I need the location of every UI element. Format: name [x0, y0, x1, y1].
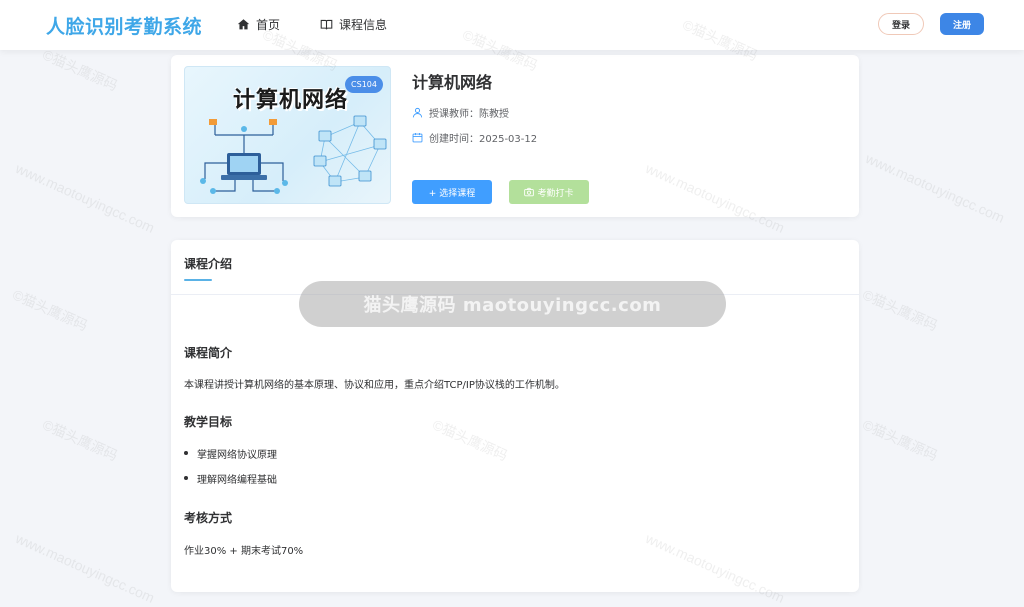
user-icon [412, 107, 423, 118]
calendar-icon [412, 133, 423, 143]
goals-list: 掌握网络协议原理 理解网络编程基础 [184, 446, 277, 496]
watermark-text: ©猫头鹰源码 [40, 46, 121, 94]
book-icon [320, 19, 333, 30]
course-code-badge: CS104 [345, 76, 383, 93]
watermark-text: ©猫头鹰源码 [860, 416, 941, 464]
login-button[interactable]: 登录 [878, 13, 924, 35]
tab-active-indicator [184, 279, 212, 281]
watermark-text: www.maotouyingcc.com [863, 150, 1007, 226]
home-icon [237, 19, 250, 30]
tab-course-intro[interactable]: 课程介绍 [184, 255, 232, 272]
list-item: 理解网络编程基础 [184, 471, 277, 496]
goal-text: 掌握网络协议原理 [197, 450, 277, 461]
course-title: 计算机网络 [412, 73, 493, 92]
course-cover-image: 计算机网络 CS104 [184, 66, 391, 204]
watermark-text: www.maotouyingcc.com [13, 160, 157, 236]
watermark-text: ©猫头鹰源码 [860, 286, 941, 334]
bullet-icon [184, 476, 188, 480]
course-card: 计算机网络 CS104 计算机网络 授课教师：陈教授 创建时间：2025-03-… [171, 55, 859, 217]
nav-course-info[interactable]: 课程信息 [320, 16, 387, 33]
nav-home-label: 首页 [256, 18, 281, 32]
select-course-button[interactable]: + 选择课程 [412, 180, 492, 204]
assessment-heading: 考核方式 [184, 511, 233, 525]
watermark-text: www.maotouyingcc.com [13, 530, 157, 606]
course-teacher-text: 授课教师：陈教授 [429, 109, 509, 120]
goal-text: 理解网络编程基础 [197, 475, 277, 486]
list-item: 掌握网络协议原理 [184, 446, 277, 471]
watermark-text: ©猫头鹰源码 [10, 286, 91, 334]
watermark-text: ©猫头鹰源码 [40, 416, 121, 464]
checkin-button-label: 考勤打卡 [537, 188, 574, 199]
center-watermark-banner: 猫头鹰源码 maotouyingcc.com [299, 281, 726, 327]
summary-text: 本课程讲授计算机网络的基本原理、协议和应用，重点介绍TCP/IP协议栈的工作机制… [184, 380, 565, 391]
camera-icon [524, 187, 535, 197]
cover-title: 计算机网络 [233, 88, 349, 113]
summary-heading: 课程简介 [184, 346, 233, 360]
course-created-text: 创建时间：2025-03-12 [429, 134, 538, 145]
checkin-button[interactable]: 考勤打卡 [509, 180, 589, 204]
bullet-icon [184, 451, 188, 455]
goals-heading: 教学目标 [184, 415, 233, 429]
course-teacher: 授课教师：陈教授 [412, 105, 509, 120]
top-header: 人脸识别考勤系统 首页 课程信息 登录 注册 [0, 0, 1024, 50]
register-button[interactable]: 注册 [940, 13, 984, 35]
course-created-time: 创建时间：2025-03-12 [412, 130, 537, 145]
nav-home[interactable]: 首页 [237, 16, 280, 33]
nav-course-label: 课程信息 [339, 18, 388, 32]
assessment-text: 作业30% + 期末考试70% [184, 546, 304, 557]
app-logo[interactable]: 人脸识别考勤系统 [46, 12, 202, 39]
